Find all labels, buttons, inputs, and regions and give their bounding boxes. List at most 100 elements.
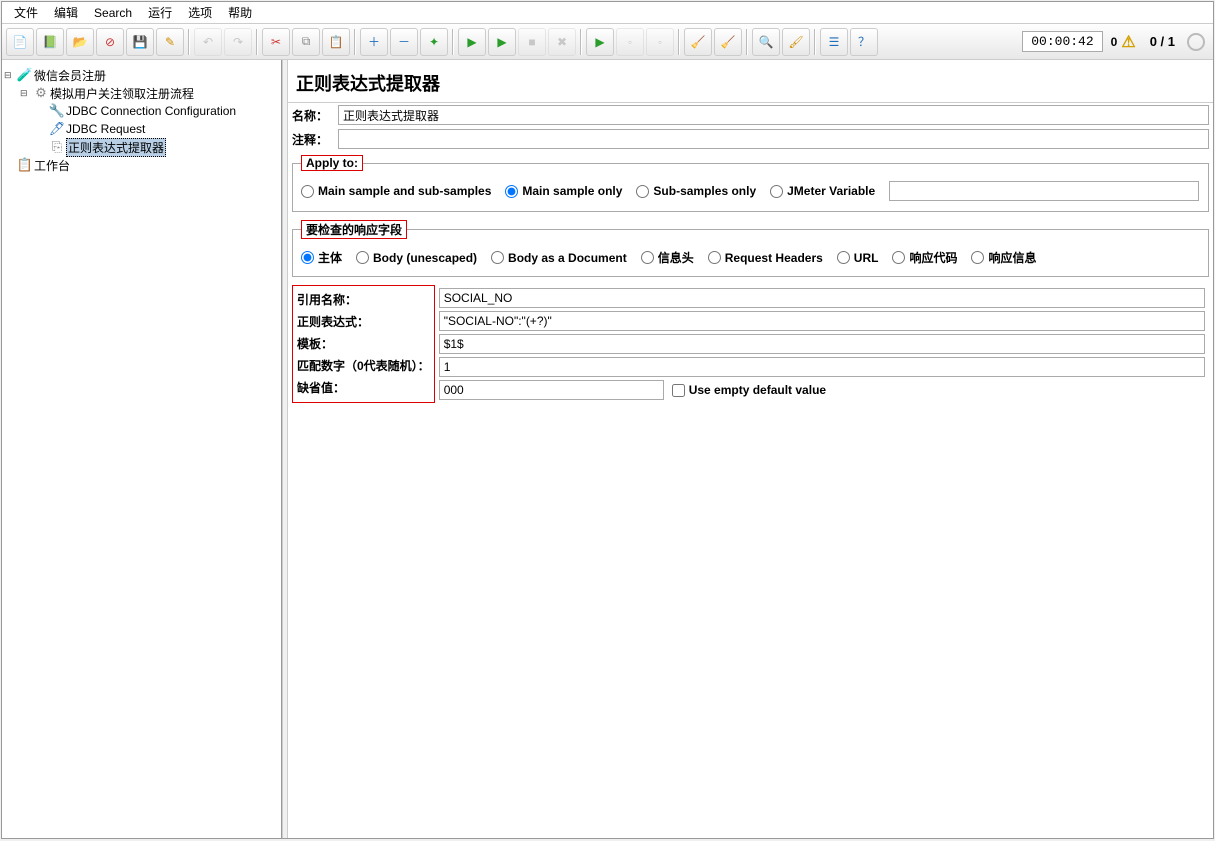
field-body-unescaped[interactable]: Body (unescaped) xyxy=(356,251,477,265)
menubar: 文件 编辑 Search 运行 选项 帮助 xyxy=(2,2,1213,24)
tree-label: JDBC Connection Configuration xyxy=(66,104,236,118)
timer-display: 00:00:42 xyxy=(1022,31,1102,52)
separator xyxy=(678,29,680,55)
menu-help[interactable]: 帮助 xyxy=(220,4,260,21)
field-url[interactable]: URL xyxy=(837,251,879,265)
clear-all-button[interactable]: 🧹 xyxy=(714,28,742,56)
copy-button[interactable]: ⧉ xyxy=(292,28,320,56)
redo-button[interactable]: ↷ xyxy=(224,28,252,56)
copy-icon: ⧉ xyxy=(302,34,311,49)
reset-search-button[interactable]: 🖌 xyxy=(782,28,810,56)
expand-button[interactable]: ＋ xyxy=(360,28,388,56)
play-icon: ▶ xyxy=(497,35,506,49)
warning-count[interactable]: 0 ⚠ xyxy=(1111,32,1136,52)
field-response-message[interactable]: 响应信息 xyxy=(971,249,1036,266)
template-input[interactable] xyxy=(439,334,1205,354)
book-icon: 📗 xyxy=(43,35,58,49)
toggle-icon[interactable]: ⊟ xyxy=(4,70,16,81)
save-as-button[interactable]: ✎ xyxy=(156,28,184,56)
undo-button[interactable]: ↶ xyxy=(194,28,222,56)
clipboard-icon: 📋 xyxy=(329,35,344,49)
new-button[interactable]: 📄 xyxy=(6,28,34,56)
comment-label: 注释： xyxy=(292,131,332,148)
cut-button[interactable]: ✂ xyxy=(262,28,290,56)
gear-icon: ⚙ xyxy=(32,85,50,101)
wrench-icon: 🔧 xyxy=(48,103,66,119)
name-input[interactable] xyxy=(338,105,1209,125)
refname-input[interactable] xyxy=(439,288,1205,308)
toggle-icon[interactable]: ⊟ xyxy=(20,88,32,99)
edit-icon: ✎ xyxy=(165,35,175,49)
separator xyxy=(188,29,190,55)
toggle-button[interactable]: ✦ xyxy=(420,28,448,56)
field-body[interactable]: 主体 xyxy=(301,249,342,266)
app-window: 文件 编辑 Search 运行 选项 帮助 📄 📗 📂 ⊘ 💾 ✎ ↶ ↷ ✂ … xyxy=(1,1,1214,839)
help-button[interactable]: ？ xyxy=(850,28,878,56)
tree-workbench[interactable]: 📋 工作台 xyxy=(4,156,279,174)
template-label: 模板： xyxy=(297,332,430,354)
match-input[interactable] xyxy=(439,357,1205,377)
paste-button[interactable]: 📋 xyxy=(322,28,350,56)
remote-start-button[interactable]: ▶ xyxy=(586,28,614,56)
response-field-legend: 要检查的响应字段 xyxy=(301,220,407,239)
menu-search[interactable]: Search xyxy=(86,6,140,20)
remote-stop-button[interactable]: ◦ xyxy=(616,28,644,56)
field-response-code[interactable]: 响应代码 xyxy=(892,249,957,266)
stop-button[interactable]: ■ xyxy=(518,28,546,56)
remote-shutdown-icon: ◦ xyxy=(658,35,662,49)
redo-icon: ↷ xyxy=(233,35,243,49)
response-field-fieldset: 要检查的响应字段 主体 Body (unescaped) Body as a D… xyxy=(292,220,1209,277)
warning-icon: ⚠ xyxy=(1121,32,1135,52)
comment-input[interactable] xyxy=(338,129,1209,149)
apply-main[interactable]: Main sample only xyxy=(505,184,622,198)
shutdown-icon: ✖ xyxy=(557,35,567,49)
tree-jdbc-request[interactable]: 🖊 JDBC Request xyxy=(4,120,279,138)
collapse-button[interactable]: － xyxy=(390,28,418,56)
clear-button[interactable]: 🧹 xyxy=(684,28,712,56)
separator xyxy=(452,29,454,55)
file-icon: 📄 xyxy=(13,35,28,49)
separator xyxy=(256,29,258,55)
field-body-document[interactable]: Body as a Document xyxy=(491,251,627,265)
templates-button[interactable]: 📗 xyxy=(36,28,64,56)
jmeter-variable-input[interactable] xyxy=(889,181,1199,201)
tree-thread-group[interactable]: ⊟ ⚙ 模拟用户关注领取注册流程 xyxy=(4,84,279,102)
menu-edit[interactable]: 编辑 xyxy=(46,4,86,21)
menu-file[interactable]: 文件 xyxy=(6,4,46,21)
close-button[interactable]: ⊘ xyxy=(96,28,124,56)
tree-regex-extractor[interactable]: ⎘ 正则表达式提取器 xyxy=(4,138,279,156)
function-helper-button[interactable]: ☰ xyxy=(820,28,848,56)
default-label: 缺省值： xyxy=(297,376,430,398)
start-button[interactable]: ▶ xyxy=(458,28,486,56)
refname-label: 引用名称： xyxy=(297,288,430,310)
disk-icon: 💾 xyxy=(133,35,148,49)
open-button[interactable]: 📂 xyxy=(66,28,94,56)
test-plan-tree[interactable]: ⊟ 🧪 微信会员注册 ⊟ ⚙ 模拟用户关注领取注册流程 🔧 JDBC Conne… xyxy=(2,60,282,838)
menu-run[interactable]: 运行 xyxy=(140,4,180,21)
form-inputs: Use empty default value xyxy=(435,285,1209,403)
separator xyxy=(814,29,816,55)
panel-title: 正则表达式提取器 xyxy=(288,60,1213,103)
shutdown-button[interactable]: ✖ xyxy=(548,28,576,56)
apply-jvar[interactable]: JMeter Variable xyxy=(770,184,875,198)
search-button[interactable]: 🔍 xyxy=(752,28,780,56)
apply-sub[interactable]: Sub-samples only xyxy=(636,184,756,198)
separator xyxy=(354,29,356,55)
close-icon: ⊘ xyxy=(105,35,115,49)
field-headers-cn[interactable]: 信息头 xyxy=(641,249,694,266)
remote-stop-icon: ◦ xyxy=(628,35,632,49)
toggle-icon: ✦ xyxy=(429,35,439,49)
tree-root[interactable]: ⊟ 🧪 微信会员注册 xyxy=(4,66,279,84)
tree-jdbc-config[interactable]: 🔧 JDBC Connection Configuration xyxy=(4,102,279,120)
field-request-headers[interactable]: Request Headers xyxy=(708,251,823,265)
empty-default-checkbox[interactable]: Use empty default value xyxy=(672,383,826,397)
menu-options[interactable]: 选项 xyxy=(180,4,220,21)
save-button[interactable]: 💾 xyxy=(126,28,154,56)
default-input[interactable] xyxy=(439,380,664,400)
start-no-pause-button[interactable]: ▶ xyxy=(488,28,516,56)
regex-input[interactable] xyxy=(439,311,1205,331)
remote-shutdown-button[interactable]: ◦ xyxy=(646,28,674,56)
pipette-icon: 🖊 xyxy=(48,121,66,137)
comment-row: 注释： xyxy=(288,127,1213,151)
apply-main-sub[interactable]: Main sample and sub-samples xyxy=(301,184,491,198)
